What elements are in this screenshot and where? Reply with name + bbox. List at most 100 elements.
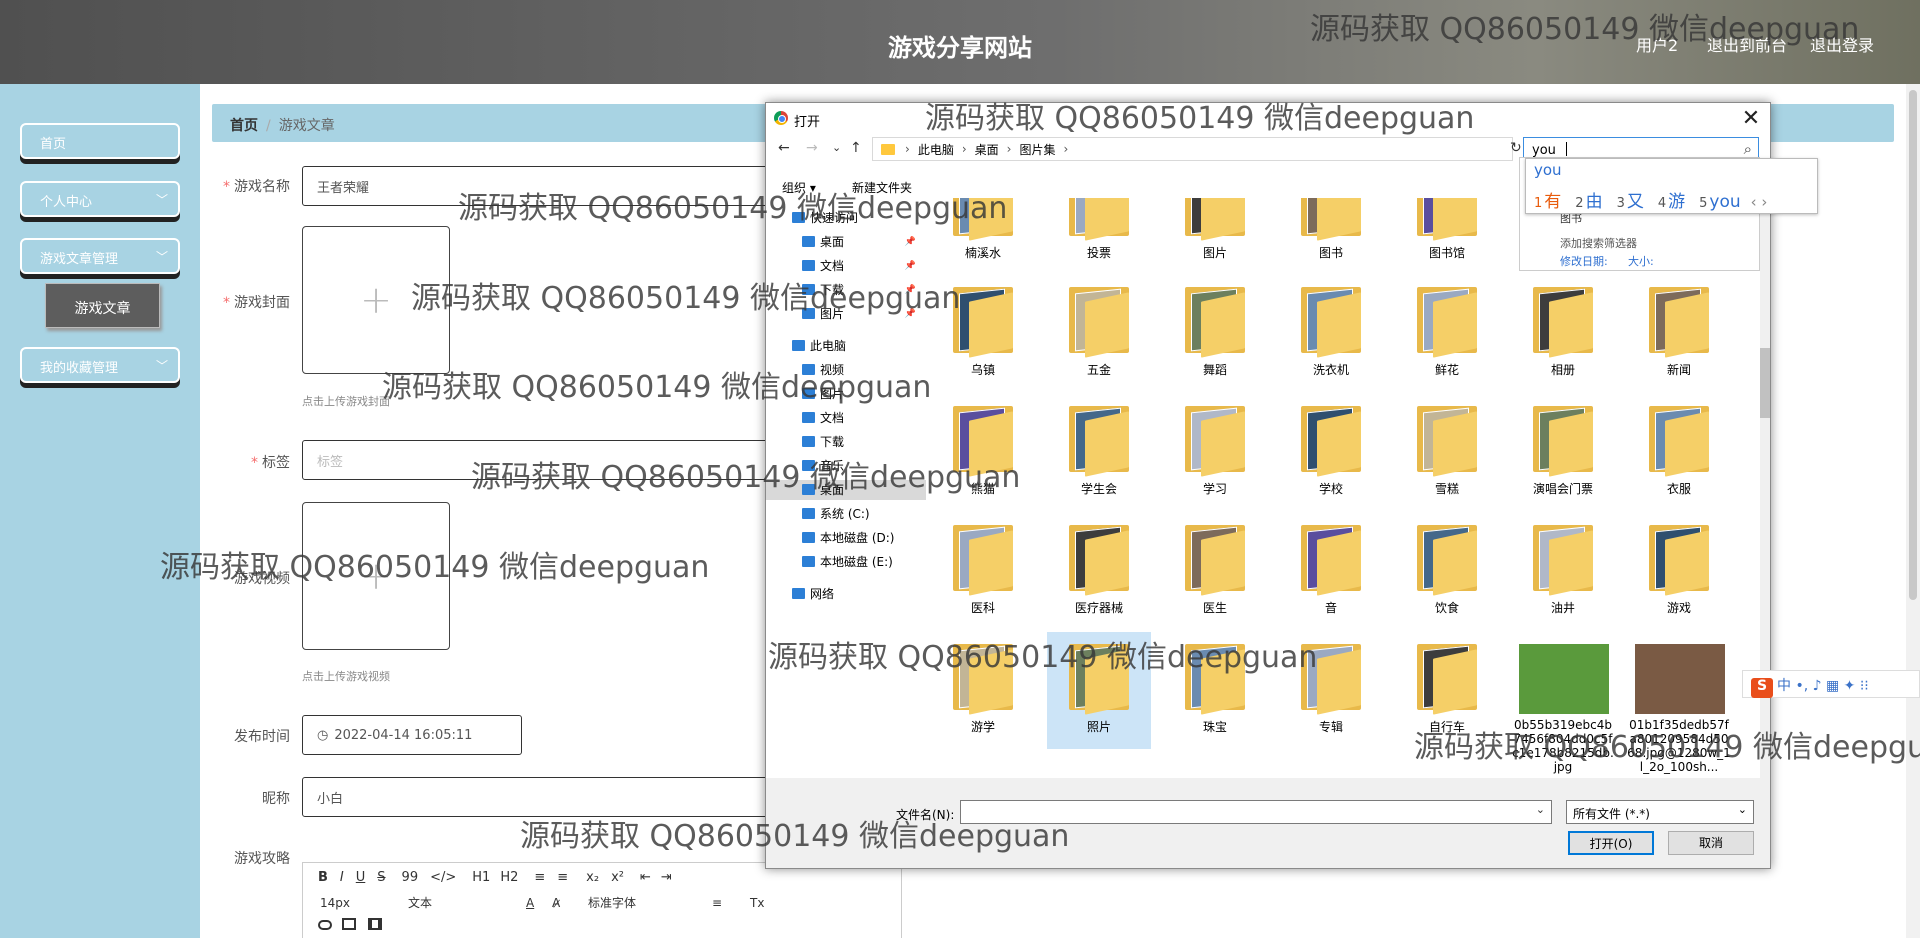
new-folder-button[interactable]: 新建文件夹 <box>852 179 912 196</box>
nav-pane-item[interactable]: 网络 <box>766 584 926 604</box>
pin-icon[interactable]: 📌 <box>905 304 916 324</box>
font-family-select[interactable]: 标准字体 <box>588 894 712 911</box>
folder-item[interactable]: 照片 <box>1047 632 1151 749</box>
nav-pane-item[interactable]: 本地磁盘 (D:) <box>766 528 926 548</box>
image-file-item[interactable]: 0b55b319ebc4b7456f804dd0c5fc1e178b8215db… <box>1511 632 1615 774</box>
folder-item[interactable]: 医疗器械 <box>1047 513 1151 630</box>
forward-icon[interactable]: → <box>806 140 818 156</box>
folder-item[interactable]: 演唱会门票 <box>1511 394 1615 511</box>
folder-item[interactable]: 熊猫 <box>931 394 1035 511</box>
folder-item[interactable]: 楠溪水 <box>931 198 1035 275</box>
image-icon[interactable] <box>342 918 356 930</box>
ime-candidate[interactable]: 1有 <box>1534 192 1561 212</box>
subscript-button[interactable]: x₂ <box>586 870 599 885</box>
folder-item[interactable]: 图书 <box>1279 198 1383 275</box>
ime-candidate[interactable]: 2由 <box>1575 192 1602 212</box>
path-image-set[interactable]: 图片集 <box>1019 141 1055 158</box>
cover-upload[interactable]: + <box>302 226 450 374</box>
nav-pane-item[interactable]: 图片 <box>766 384 926 404</box>
strike-button[interactable]: S <box>377 870 385 885</box>
pin-icon[interactable]: 📌 <box>905 280 916 300</box>
filename-input[interactable]: ⌄ <box>960 800 1552 824</box>
nav-pane-item[interactable]: 图片 📌 <box>766 304 926 324</box>
nav-pane-item[interactable]: 此电脑 <box>766 336 926 356</box>
filter-size[interactable]: 大小: <box>1628 253 1654 269</box>
nav-pane-item[interactable]: 快速访问 <box>766 208 926 228</box>
text-style-select[interactable]: 文本 <box>408 894 526 911</box>
code-button[interactable]: </> <box>430 870 456 885</box>
sidebar-item-article-mgmt[interactable]: 游戏文章管理 ﹀ <box>20 238 180 274</box>
font-size-select[interactable]: 14px <box>320 896 408 910</box>
ime-pager[interactable]: ‹ › <box>1751 193 1768 211</box>
up-icon[interactable]: ↑ <box>850 140 862 156</box>
nav-pane-item[interactable]: 桌面 <box>766 480 926 500</box>
organize-button[interactable]: 组织 ▾ <box>782 179 816 196</box>
ime-candidate[interactable]: 3又 <box>1617 192 1644 212</box>
folder-item[interactable]: 专辑 <box>1279 632 1383 749</box>
folder-item[interactable]: 游戏 <box>1627 513 1731 630</box>
folder-item[interactable]: 新闻 <box>1627 275 1731 392</box>
ime-candidate[interactable]: 4游 <box>1658 192 1685 212</box>
folder-item[interactable]: 舞蹈 <box>1163 275 1267 392</box>
indent-button[interactable]: ⇥ <box>661 870 672 885</box>
nav-pane-item[interactable]: 视频 <box>766 360 926 380</box>
publish-time-input[interactable]: ◷ 2022-04-14 16:05:11 <box>302 715 522 755</box>
nav-pane-item[interactable]: 下载 📌 <box>766 280 926 300</box>
folder-item[interactable]: 游学 <box>931 632 1035 749</box>
folder-item[interactable]: 洗衣机 <box>1279 275 1383 392</box>
folder-item[interactable]: 学习 <box>1163 394 1267 511</box>
folder-item[interactable]: 音 <box>1279 513 1383 630</box>
folder-item[interactable]: 五金 <box>1047 275 1151 392</box>
search-icon[interactable]: ⌕ <box>1744 140 1752 158</box>
folder-item[interactable]: 雪糕 <box>1395 394 1499 511</box>
path-desktop[interactable]: 桌面 <box>975 141 999 158</box>
back-icon[interactable]: ← <box>778 140 790 156</box>
folder-item[interactable]: 乌镇 <box>931 275 1035 392</box>
ime-candidate[interactable]: 5 you <box>1699 192 1741 212</box>
breadcrumb-home[interactable]: 首页 <box>230 118 258 134</box>
refresh-icon[interactable]: ↻ <box>1510 140 1522 156</box>
filetype-select[interactable]: 所有文件 (*.*) ⌄ <box>1566 800 1754 824</box>
align-button[interactable]: ≡ <box>712 896 750 910</box>
h2-button[interactable]: H2 <box>500 870 518 885</box>
nav-pane-item[interactable]: 下载 <box>766 432 926 452</box>
folder-item[interactable]: 图片 <box>1163 198 1267 275</box>
folder-item[interactable]: 鲜花 <box>1395 275 1499 392</box>
close-icon[interactable]: ✕ <box>1732 104 1770 134</box>
chevron-down-icon[interactable]: ⌄ <box>1536 803 1545 816</box>
sidebar-item-home[interactable]: 首页 <box>20 123 180 159</box>
folder-item[interactable]: 图书馆 <box>1395 198 1499 275</box>
image-file-item[interactable]: 01b1f35dedb57fa801209584d5068.jpg@1280w_… <box>1627 632 1731 774</box>
nav-pane-item[interactable]: 文档 📌 <box>766 256 926 276</box>
path-this-pc[interactable]: 此电脑 <box>918 141 954 158</box>
pin-icon[interactable]: 📌 <box>905 232 916 252</box>
underline-button[interactable]: U <box>356 870 366 885</box>
outdent-button[interactable]: ⇤ <box>640 870 651 885</box>
sidebar-item-favorites-mgmt[interactable]: 我的收藏管理 ﹀ <box>20 347 180 383</box>
ime-status-bar[interactable]: S中 •, ♪ ▦ ✦ ⁝⁝ <box>1742 670 1920 698</box>
recent-dropdown-icon[interactable]: ⌄ <box>832 141 841 154</box>
clear-format-button[interactable]: Tx <box>750 896 764 910</box>
folder-item[interactable]: 衣服 <box>1627 394 1731 511</box>
video-upload[interactable]: + <box>302 502 450 650</box>
nav-pane-item[interactable]: 本地磁盘 (E:) <box>766 552 926 572</box>
bullet-list-button[interactable]: ≡ <box>557 870 568 885</box>
folder-item[interactable]: 饮食 <box>1395 513 1499 630</box>
folder-item[interactable]: 相册 <box>1511 275 1615 392</box>
quote-button[interactable]: 99 <box>402 870 419 885</box>
filter-date[interactable]: 修改日期: <box>1560 253 1608 269</box>
nav-pane-item[interactable]: 桌面 📌 <box>766 232 926 252</box>
font-color-button[interactable]: A <box>526 896 552 910</box>
link-icon[interactable] <box>318 920 332 930</box>
sidebar-item-personal-center[interactable]: 个人中心 ﹀ <box>20 181 180 217</box>
page-scrollbar-thumb[interactable] <box>1909 90 1917 600</box>
logout-link[interactable]: 退出登录 <box>1810 32 1874 56</box>
folder-item[interactable]: 医生 <box>1163 513 1267 630</box>
nav-pane-item[interactable]: 音乐 <box>766 456 926 476</box>
back-to-front-link[interactable]: 退出到前台 <box>1707 32 1787 56</box>
folder-item[interactable]: 医科 <box>931 513 1035 630</box>
ordered-list-button[interactable]: ≡ <box>534 870 545 885</box>
file-grid-scrollbar-thumb[interactable] <box>1760 348 1770 418</box>
nav-pane-item[interactable]: 文档 <box>766 408 926 428</box>
bold-button[interactable]: B <box>318 870 328 885</box>
